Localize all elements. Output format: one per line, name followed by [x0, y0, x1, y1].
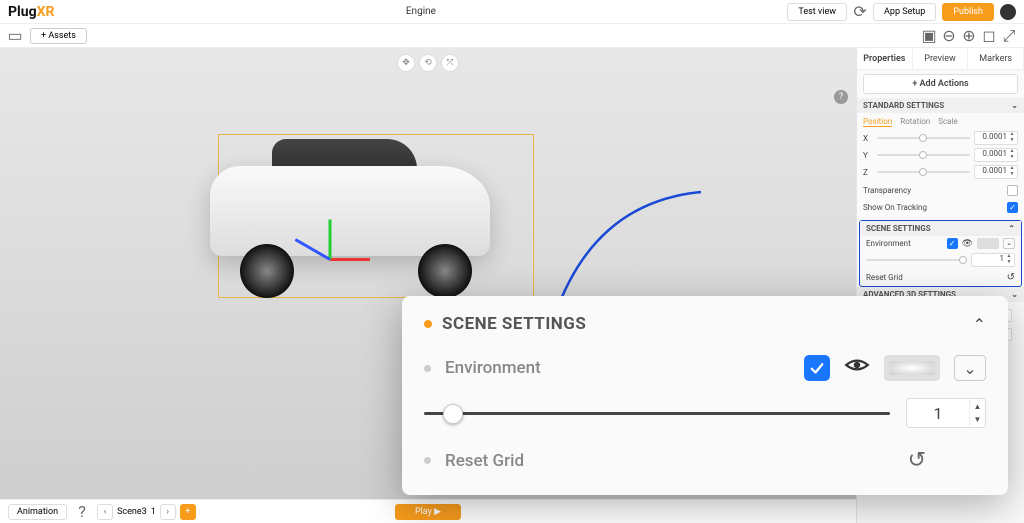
subtab-rotation[interactable]: Rotation [900, 117, 930, 127]
transparency-label: Transparency [863, 186, 911, 195]
section-standard-label: Standard Settings [863, 101, 944, 110]
axis-z-label: Z [863, 168, 873, 177]
environment-value-input[interactable]: 1▲▼ [971, 253, 1015, 267]
chevron-down-icon: ⌄ [1011, 290, 1018, 299]
car-model[interactable] [210, 148, 490, 298]
scene-prev-button[interactable]: ‹ [97, 504, 113, 520]
folder-icon[interactable]: ▭ [8, 29, 22, 43]
play-button[interactable]: Play ▶ [395, 504, 461, 520]
scene-next-button[interactable]: › [160, 504, 176, 520]
check-icon [808, 359, 826, 377]
reset-grid-label: Reset Grid [866, 273, 903, 282]
chevron-up-icon: ⌃ [1008, 224, 1015, 233]
step-down-icon[interactable]: ▼ [970, 413, 985, 426]
tab-markers[interactable]: Markers [968, 48, 1024, 69]
zoom-in-icon[interactable]: ⊕ [962, 29, 976, 43]
environment-checkbox[interactable] [947, 238, 958, 249]
section-scene-settings[interactable]: Scene Settings ⌃ [860, 221, 1021, 236]
environment-thumbnail[interactable] [977, 238, 999, 249]
user-avatar[interactable] [1000, 4, 1016, 20]
popup-environment-checkbox[interactable] [804, 355, 830, 381]
toolbar: ▭ Assets ▣ ⊖ ⊕ ◻ ⤢ [0, 24, 1024, 48]
info-icon[interactable]: ? [834, 90, 848, 104]
slider-x[interactable] [877, 133, 970, 143]
bullet-icon [424, 457, 431, 464]
subtab-scale[interactable]: Scale [938, 117, 957, 127]
popup-environment-slider[interactable] [424, 402, 890, 424]
move-tool-icon[interactable]: ✥ [397, 54, 415, 72]
bullet-icon [424, 320, 432, 328]
scene-add-button[interactable]: + [180, 504, 196, 520]
environment-dropdown[interactable]: ⌄ [1003, 238, 1015, 249]
add-actions-button[interactable]: + Add Actions [863, 74, 1018, 94]
select-tool-icon[interactable]: ▣ [922, 29, 936, 43]
animation-button[interactable]: Animation [8, 504, 67, 520]
axis-x-label: X [863, 134, 873, 143]
animation-help-icon[interactable]: ? [75, 505, 89, 519]
popup-environment-thumbnail[interactable] [884, 355, 940, 381]
environment-label: Environment [866, 239, 911, 248]
transparency-checkbox[interactable] [1007, 185, 1018, 196]
scene-label: Scene3 [117, 507, 147, 517]
input-x[interactable]: 0.0001▲▼ [974, 131, 1018, 145]
expand-icon[interactable]: ⤢ [1002, 29, 1016, 43]
frame-icon[interactable]: ◻ [982, 29, 996, 43]
popup-reset-grid-label: Reset Grid [445, 451, 524, 471]
popup-environment-input[interactable]: 1 ▲▼ [906, 398, 986, 428]
reset-icon[interactable]: ↺ [1007, 272, 1015, 283]
scene-settings-popup: SCENE SETTINGS ⌃ Environment ⌄ 1 ▲▼ Rese… [402, 296, 1008, 495]
topbar: PlugXR Engine Test view ⟳ App Setup Publ… [0, 0, 1024, 24]
section-scene-label: Scene Settings [866, 224, 931, 233]
popup-eye-icon[interactable] [844, 352, 870, 384]
slider-z[interactable] [877, 167, 970, 177]
scene-index: 1 [151, 507, 156, 517]
step-up-icon[interactable]: ▲ [970, 400, 985, 413]
chevron-down-icon: ⌄ [1011, 101, 1018, 110]
eye-icon[interactable]: 👁 [962, 239, 973, 249]
subtab-position[interactable]: Position [863, 117, 892, 127]
slider-y[interactable] [877, 150, 970, 160]
popup-title: SCENE SETTINGS [442, 314, 586, 334]
bullet-icon [424, 365, 431, 372]
tab-preview[interactable]: Preview [913, 48, 969, 69]
page-title: Engine [54, 6, 787, 17]
show-on-tracking-label: Show On Tracking [863, 203, 927, 212]
environment-slider[interactable] [866, 255, 967, 265]
section-standard-settings[interactable]: Standard Settings ⌄ [857, 98, 1024, 113]
refresh-icon[interactable]: ⟳ [853, 5, 867, 19]
publish-button[interactable]: Publish [942, 3, 994, 21]
app-setup-button[interactable]: App Setup [873, 3, 936, 21]
step-down-icon[interactable]: ▼ [1008, 138, 1016, 144]
input-y[interactable]: 0.0001▲▼ [974, 148, 1018, 162]
bottom-bar: Animation ? ‹ Scene3 1 › + Play ▶ [0, 499, 856, 523]
input-z[interactable]: 0.0001▲▼ [974, 165, 1018, 179]
assets-button[interactable]: Assets [30, 28, 87, 44]
tab-properties[interactable]: Properties [857, 48, 913, 69]
axis-y-label: Y [863, 151, 873, 160]
popup-reset-icon[interactable]: ↺ [908, 448, 926, 473]
popup-environment-label: Environment [445, 358, 541, 378]
collapse-icon[interactable]: ⌃ [973, 315, 986, 334]
show-on-tracking-checkbox[interactable] [1007, 202, 1018, 213]
rotate-tool-icon[interactable]: ⟲ [419, 54, 437, 72]
popup-environment-dropdown[interactable]: ⌄ [954, 355, 986, 381]
scale-tool-icon[interactable]: ⤧ [441, 54, 459, 72]
app-logo: PlugXR [8, 4, 54, 20]
test-view-button[interactable]: Test view [787, 3, 847, 21]
zoom-out-icon[interactable]: ⊖ [942, 29, 956, 43]
